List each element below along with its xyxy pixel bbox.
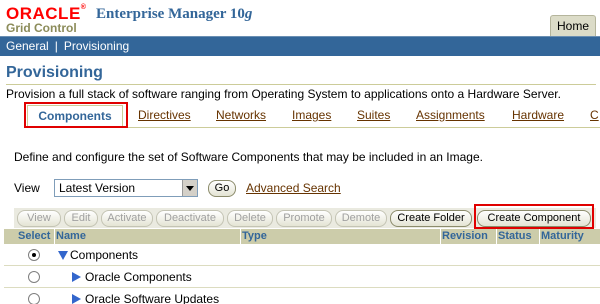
- col-type[interactable]: Type: [242, 230, 267, 242]
- row-select-radio[interactable]: [28, 271, 40, 283]
- collapse-icon[interactable]: [58, 251, 68, 260]
- chevron-down-icon[interactable]: [182, 180, 197, 196]
- demote-button[interactable]: Demote: [335, 210, 387, 227]
- view-select-value: Latest Version: [59, 181, 136, 195]
- expand-icon[interactable]: [72, 294, 81, 304]
- table-row: Oracle Components: [4, 266, 600, 288]
- tab-more[interactable]: C: [590, 108, 599, 122]
- tab-hardware[interactable]: Hardware: [512, 108, 564, 122]
- row-name: Components: [70, 248, 139, 262]
- nav-provisioning[interactable]: Provisioning: [64, 39, 129, 53]
- view-button[interactable]: View: [17, 210, 61, 227]
- global-nav-bar: General | Provisioning: [0, 36, 600, 56]
- nav-general[interactable]: General: [6, 39, 49, 53]
- highlight-create-component: [474, 204, 594, 229]
- highlight-components-tab: [24, 102, 128, 128]
- tab-networks[interactable]: Networks: [216, 108, 266, 122]
- expand-icon[interactable]: [72, 272, 81, 282]
- product-name: Enterprise Manager 10g: [96, 6, 253, 22]
- deactivate-button[interactable]: Deactivate: [156, 210, 224, 227]
- title-divider: [6, 84, 596, 85]
- col-select[interactable]: Select: [18, 230, 50, 242]
- table-header: Select Name Type Revision Status Maturit…: [4, 229, 600, 244]
- promote-button[interactable]: Promote: [276, 210, 332, 227]
- go-button[interactable]: Go: [208, 180, 236, 197]
- app-header: ORACLE® Enterprise Manager 10g Grid Cont…: [0, 0, 600, 36]
- delete-button[interactable]: Delete: [227, 210, 273, 227]
- tab-directives[interactable]: Directives: [138, 108, 191, 122]
- view-label: View: [14, 181, 40, 195]
- advanced-search-link[interactable]: Advanced Search: [246, 181, 341, 195]
- tab-images[interactable]: Images: [292, 108, 331, 122]
- edit-button[interactable]: Edit: [64, 210, 98, 227]
- home-tab[interactable]: Home: [550, 15, 596, 36]
- tab-assignments[interactable]: Assignments: [416, 108, 485, 122]
- nav-separator: |: [54, 39, 58, 53]
- tab-suites[interactable]: Suites: [357, 108, 390, 122]
- table-row: Components: [4, 244, 600, 266]
- page-description: Provision a full stack of software rangi…: [6, 87, 561, 101]
- col-maturity[interactable]: Maturity: [541, 230, 584, 242]
- col-revision[interactable]: Revision: [442, 230, 488, 242]
- intro-text: Define and configure the set of Software…: [14, 150, 483, 164]
- row-select-radio[interactable]: [28, 293, 40, 304]
- product-subtitle: Grid Control: [6, 21, 77, 35]
- page-title: Provisioning: [6, 64, 103, 81]
- row-select-radio[interactable]: [28, 249, 40, 261]
- col-status[interactable]: Status: [498, 230, 532, 242]
- table-row: Oracle Software Updates: [4, 288, 600, 304]
- create-folder-button[interactable]: Create Folder: [390, 210, 472, 227]
- row-name: Oracle Software Updates: [85, 292, 220, 304]
- activate-button[interactable]: Activate: [101, 210, 153, 227]
- col-name[interactable]: Name: [56, 230, 86, 242]
- view-select[interactable]: Latest Version: [54, 179, 198, 197]
- row-name: Oracle Components: [85, 270, 192, 284]
